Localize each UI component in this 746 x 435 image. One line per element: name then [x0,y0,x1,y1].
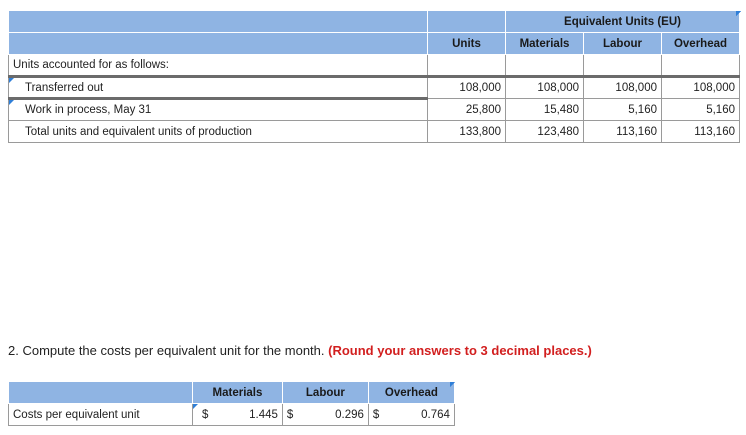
row-label-total: Total units and equivalent units of prod… [8,120,428,143]
input-cost-labour[interactable]: 0.296 [298,403,369,426]
input-wip-labour[interactable]: 5,160 [583,98,662,121]
row-label-transferred-out[interactable]: Transferred out [8,75,428,99]
cost-col-header-materials: Materials [192,381,283,404]
total-materials: 123,480 [505,120,584,143]
input-transferred-units[interactable]: 108,000 [427,75,506,99]
row-label-wip[interactable]: Work in process, May 31 [8,97,428,121]
header-blank-2 [8,32,428,55]
input-cost-materials[interactable]: 1.445 [212,403,283,426]
instruction-emphasis: (Round your answers to 3 decimal places.… [328,343,592,358]
eu-group-header: Equivalent Units (EU) [505,10,740,33]
input-transferred-overhead[interactable]: 108,000 [661,75,740,99]
section-empty-cell [661,54,740,77]
col-header-units: Units [427,32,506,55]
input-wip-overhead[interactable]: 5,160 [661,98,740,121]
col-header-labour: Labour [583,32,662,55]
cost-col-header-overhead: Overhead [367,381,455,404]
total-units: 133,800 [427,120,506,143]
cost-header-blank [8,381,193,404]
header-blank [8,10,428,33]
cost-col-header-labour: Labour [281,381,369,404]
total-overhead: 113,160 [661,120,740,143]
col-header-materials: Materials [505,32,584,55]
input-wip-units[interactable]: 25,800 [427,98,506,121]
cost-per-eu-table: Materials Labour Overhead Costs per equi… [8,381,455,426]
input-transferred-labour[interactable]: 108,000 [583,75,662,99]
currency-symbol: $ [367,403,385,426]
section-empty-cell [505,54,584,77]
section-empty-cell [583,54,662,77]
section-label: Units accounted for as follows: [8,54,428,77]
currency-symbol: $ [192,403,213,426]
section-empty-cell [427,54,506,77]
input-cost-overhead[interactable]: 0.764 [384,403,455,426]
total-labour: 113,160 [583,120,662,143]
col-header-overhead: Overhead [661,32,740,55]
instruction-text: 2. Compute the costs per equivalent unit… [8,343,592,358]
instruction-main: 2. Compute the costs per equivalent unit… [8,343,325,358]
equivalent-units-table: Equivalent Units (EU) Units Materials La… [8,10,740,143]
cost-row-label: Costs per equivalent unit [8,403,193,426]
input-transferred-materials[interactable]: 108,000 [505,75,584,99]
header-blank-units [427,10,506,33]
currency-symbol: $ [281,403,299,426]
input-wip-materials[interactable]: 15,480 [505,98,584,121]
